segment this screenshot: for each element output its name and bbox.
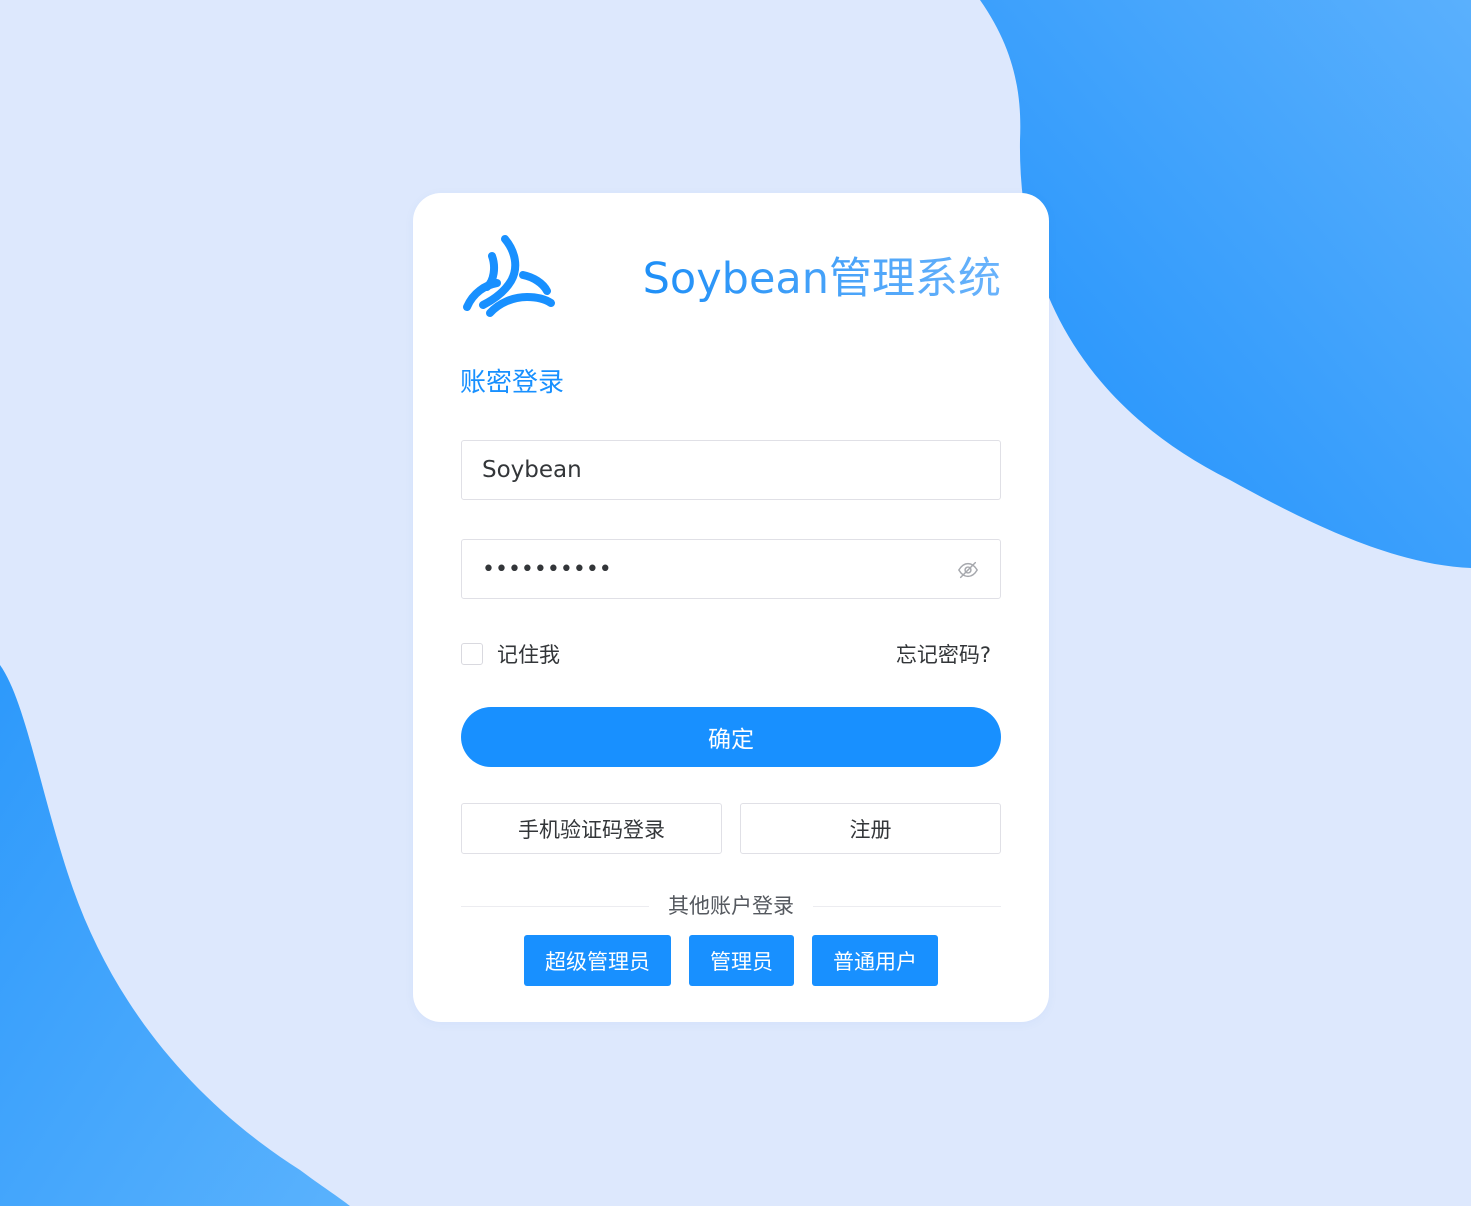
login-heading: 账密登录 [460, 368, 565, 398]
remember-row: 记住我 忘记密码? [461, 641, 1001, 671]
password-field[interactable] [461, 539, 1001, 599]
register-button[interactable]: 注册 [740, 803, 1001, 854]
role-user-button[interactable]: 普通用户 [812, 935, 938, 986]
remember-checkbox[interactable] [461, 643, 483, 665]
app-title: Soybean管理系统 [643, 251, 1001, 307]
login-card: Soybean管理系统 账密登录 记住我 忘记密码? 确定 手机验证码登录 注册… [413, 193, 1049, 1022]
remember-label[interactable]: 记住我 [497, 641, 560, 669]
password-input[interactable] [482, 540, 942, 598]
username-input[interactable] [482, 441, 942, 499]
eye-off-icon[interactable] [957, 559, 979, 581]
role-super-admin-button[interactable]: 超级管理员 [524, 935, 671, 986]
submit-button[interactable]: 确定 [461, 707, 1001, 767]
role-admin-button[interactable]: 管理员 [689, 935, 794, 986]
sms-login-button[interactable]: 手机验证码登录 [461, 803, 722, 854]
divider-line-right [813, 906, 1001, 907]
username-field[interactable] [461, 440, 1001, 500]
other-accounts-divider: 其他账户登录 [461, 891, 1001, 921]
top-right-blob [980, 0, 1471, 568]
soybean-logo-icon [463, 235, 555, 317]
bottom-left-blob [0, 665, 350, 1206]
forgot-password-link[interactable]: 忘记密码? [896, 641, 991, 669]
